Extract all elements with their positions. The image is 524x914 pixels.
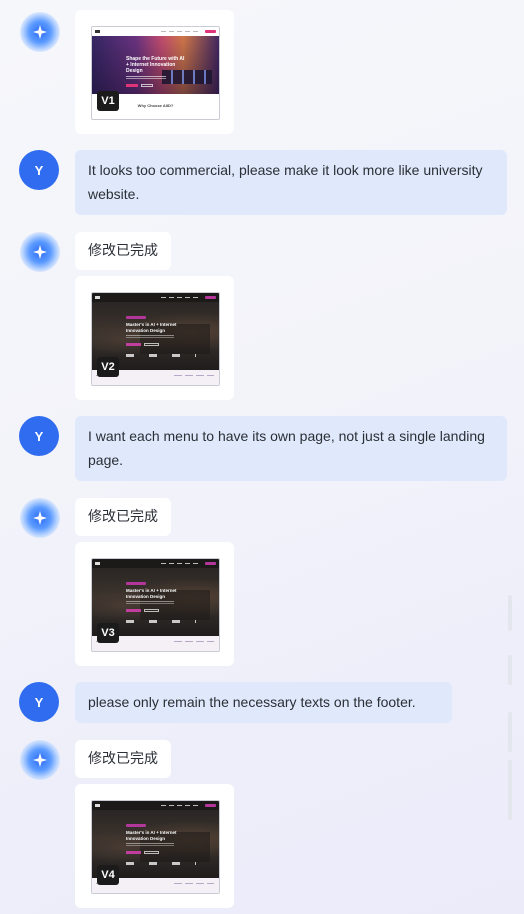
preview-card-v2[interactable]: Master's in AI + Internet Innovation Des…: [75, 276, 234, 400]
ai-message: 修改已完成: [75, 498, 171, 536]
preview-card-v3[interactable]: Master's in AI + Internet Innovation Des…: [75, 542, 234, 666]
sparkle-icon: [33, 753, 47, 767]
ai-avatar: [20, 12, 60, 52]
version-badge: V1: [97, 91, 119, 111]
scrollbar-track[interactable]: [508, 712, 512, 752]
thumbnail-hero-title: Master's in AI + Internet Innovation Des…: [126, 830, 177, 841]
ai-avatar: [20, 232, 60, 272]
scrollbar-track[interactable]: [508, 760, 512, 820]
user-avatar: Y: [19, 682, 59, 722]
ai-message: 修改已完成: [75, 740, 171, 778]
user-message: please only remain the necessary texts o…: [75, 682, 452, 723]
sparkle-icon: [33, 511, 47, 525]
scrollbar-track[interactable]: [508, 595, 512, 631]
thumbnail-hero-title: Master's in AI + Internet Innovation Des…: [126, 322, 177, 333]
thumbnail-hero-title: Master's in AI + Internet Innovation Des…: [126, 588, 177, 599]
version-badge: V3: [97, 623, 119, 643]
thumbnail-hero-title: Shape the Future with AI + Internet Inno…: [126, 56, 185, 74]
user-message: I want each menu to have its own page, n…: [75, 416, 507, 481]
user-message: It looks too commercial, please make it …: [75, 150, 507, 215]
version-badge: V4: [97, 865, 119, 885]
sparkle-icon: [33, 25, 47, 39]
preview-card-v4[interactable]: Master's in AI + Internet Innovation Des…: [75, 784, 234, 908]
ai-avatar: [20, 740, 60, 780]
preview-card-v1[interactable]: Shape the Future with AI + Internet Inno…: [75, 10, 234, 134]
user-avatar: Y: [19, 416, 59, 456]
version-badge: V2: [97, 357, 119, 377]
user-avatar: Y: [19, 150, 59, 190]
scrollbar-track[interactable]: [508, 655, 512, 685]
ai-avatar: [20, 498, 60, 538]
sparkle-icon: [33, 245, 47, 259]
ai-message: 修改已完成: [75, 232, 171, 270]
